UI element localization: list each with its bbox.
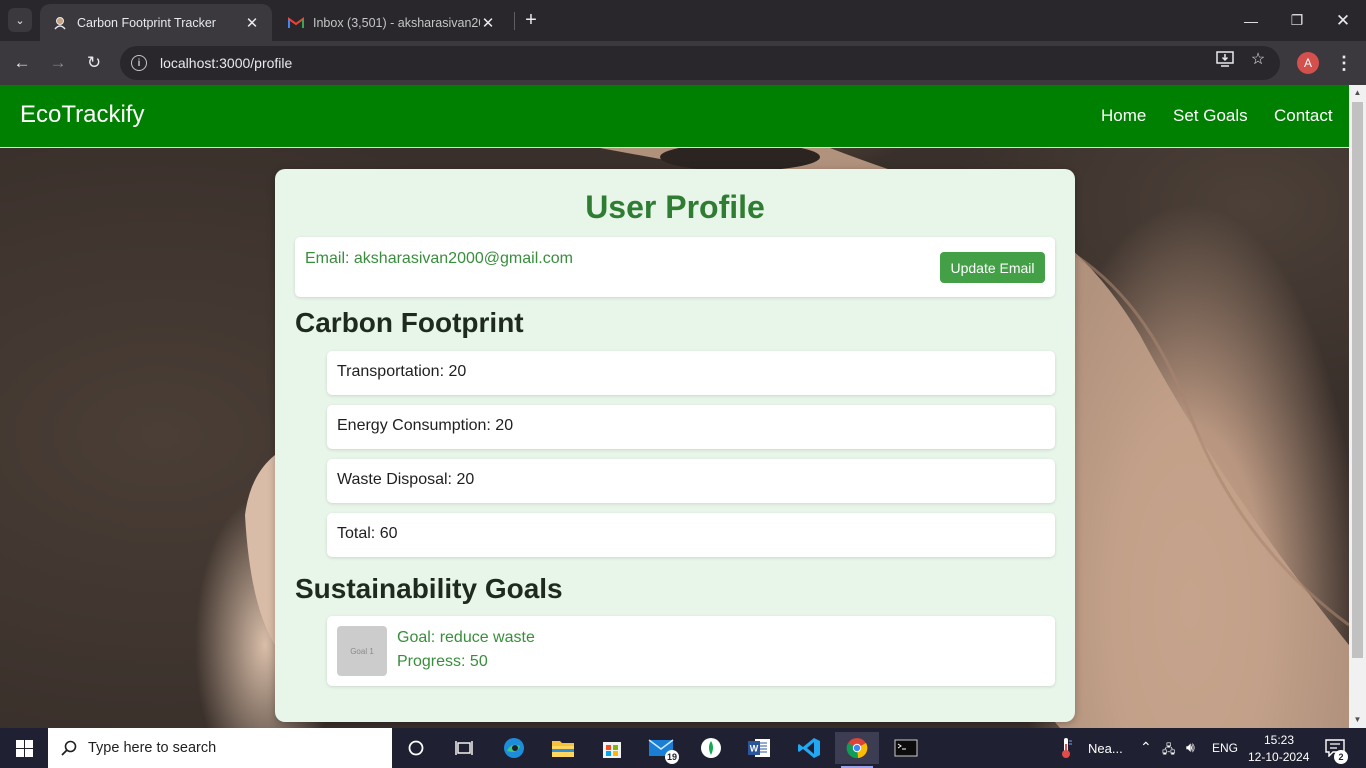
goal-image: Goal 1 (337, 626, 387, 676)
search-placeholder: Type here to search (88, 740, 217, 756)
close-window-button[interactable]: ✕ (1320, 0, 1366, 41)
language-indicator[interactable]: ENG (1212, 741, 1238, 755)
weather-icon[interactable] (1048, 732, 1084, 764)
mongodb-compass-icon[interactable] (689, 732, 733, 764)
tab-title: Carbon Footprint Tracker (77, 15, 216, 30)
search-icon (60, 739, 78, 757)
nav-link-home[interactable]: Home (1101, 106, 1146, 126)
restore-button[interactable]: ❐ (1274, 0, 1320, 41)
carbon-item-total: Total: 60 (327, 513, 1055, 557)
forward-button[interactable]: → (46, 51, 70, 75)
goal-text: Goal: reduce waste (397, 629, 535, 646)
carbon-footprint-heading: Carbon Footprint (295, 307, 524, 338)
page-viewport: EcoTrackify Home Set Goals Contact User … (0, 85, 1349, 728)
carbon-item-energy: Energy Consumption: 20 (327, 405, 1055, 449)
mail-app-icon[interactable]: 19 (639, 732, 683, 764)
goal-card: Goal 1 Goal: reduce waste Progress: 50 (327, 616, 1055, 686)
vscode-icon[interactable] (787, 732, 831, 764)
bookmark-star-icon[interactable]: ☆ (1249, 50, 1267, 68)
minimize-button[interactable]: — (1228, 0, 1274, 41)
carbon-item-waste: Waste Disposal: 20 (327, 459, 1055, 503)
browser-toolbar: ← → ↻ i localhost:3000/profile ☆ A ⋮ (0, 41, 1366, 85)
list-item: Waste Disposal: 20 (337, 471, 475, 488)
install-app-icon[interactable] (1216, 50, 1234, 68)
file-explorer-icon[interactable] (541, 732, 585, 764)
goal-progress: Progress: 50 (397, 653, 488, 670)
browser-tab-strip: ⌄ Carbon Footprint Tracker ✕ Inbox (3,50… (0, 0, 1366, 41)
profile-avatar[interactable]: A (1297, 52, 1319, 74)
list-item: Total: 60 (337, 525, 398, 542)
clock-date[interactable]: 12-10-2024 (1248, 750, 1309, 764)
more-menu-icon[interactable]: ⋮ (1334, 52, 1354, 74)
update-email-button[interactable]: Update Email (940, 252, 1045, 283)
reload-button[interactable]: ↻ (82, 51, 106, 75)
site-logo[interactable]: EcoTrackify (20, 101, 144, 129)
volume-icon[interactable]: 🔊︎ (1186, 739, 1195, 756)
tab-gmail-inbox[interactable]: Inbox (3,501) - aksharasivan2000@gmail.c… (276, 4, 508, 41)
windows-taskbar: Type here to search 19 W Nea... ⌃ 🖧 🔊︎ E… (0, 728, 1366, 768)
chevron-down-icon: ⌄ (15, 14, 25, 27)
plus-icon: + (525, 9, 537, 31)
task-view-icon[interactable] (442, 732, 486, 764)
reload-icon: ↻ (86, 53, 102, 72)
list-item: Energy Consumption: 20 (337, 417, 514, 434)
tab-divider (514, 12, 515, 30)
arrow-left-icon: ← (13, 53, 31, 72)
nav-link-contact[interactable]: Contact (1274, 106, 1333, 126)
minimize-icon: — (1244, 12, 1258, 29)
site-info-icon[interactable]: i (131, 55, 147, 71)
new-tab-button[interactable]: + (520, 9, 542, 31)
site-favicon-icon (52, 15, 68, 31)
list-item: Transportation: 20 (337, 363, 467, 380)
windows-logo-icon (15, 739, 33, 757)
url-text[interactable]: localhost:3000/profile (160, 55, 292, 71)
taskbar-search[interactable]: Type here to search (48, 728, 392, 768)
address-bar[interactable]: i localhost:3000/profile (120, 46, 1280, 80)
arrow-right-icon: → (49, 53, 67, 72)
gmail-icon (288, 15, 304, 31)
back-button[interactable]: ← (10, 51, 34, 75)
restore-icon: ❐ (1290, 12, 1304, 28)
close-icon: ✕ (1335, 10, 1351, 30)
weather-text[interactable]: Nea... (1088, 741, 1123, 756)
scroll-up-icon[interactable]: ▲ (1349, 85, 1366, 101)
terminal-icon[interactable] (884, 732, 928, 764)
cortana-icon[interactable] (394, 732, 438, 764)
notification-center-icon[interactable]: 2 (1318, 732, 1352, 764)
scroll-down-icon[interactable]: ▼ (1349, 712, 1366, 728)
tab-search-button[interactable]: ⌄ (8, 8, 32, 32)
sustainability-goals-heading: Sustainability Goals (295, 573, 563, 604)
chrome-icon[interactable] (835, 732, 879, 768)
email-panel: Email: aksharasivan2000@gmail.com Update… (295, 237, 1055, 297)
user-profile-card: User Profile Email: aksharasivan2000@gma… (275, 169, 1075, 722)
clock-time[interactable]: 15:23 (1264, 733, 1294, 747)
start-button[interactable] (0, 728, 48, 768)
page-title: User Profile (585, 189, 765, 225)
nav-link-set-goals[interactable]: Set Goals (1173, 106, 1248, 126)
tab-carbon-footprint-tracker[interactable]: Carbon Footprint Tracker ✕ (40, 4, 272, 41)
email-text: Email: aksharasivan2000@gmail.com (305, 250, 573, 267)
tab-title: Inbox (3,501) - aksharasivan2000@gmail.c… (313, 15, 480, 30)
close-tab-icon[interactable]: ✕ (244, 14, 260, 32)
mail-badge: 19 (665, 750, 679, 764)
site-navbar: EcoTrackify Home Set Goals Contact (0, 85, 1349, 148)
word-icon[interactable]: W (737, 732, 781, 764)
close-tab-icon[interactable]: ✕ (480, 14, 496, 32)
edge-browser-icon[interactable] (492, 732, 536, 764)
network-icon[interactable]: 🖧 (1162, 740, 1175, 761)
chevron-up-icon[interactable]: ⌃ (1140, 739, 1152, 756)
page-scrollbar[interactable]: ▲ ▼ (1349, 85, 1366, 728)
svg-text:W: W (750, 744, 759, 754)
carbon-item-transportation: Transportation: 20 (327, 351, 1055, 395)
scrollbar-thumb[interactable] (1352, 102, 1363, 658)
microsoft-store-icon[interactable] (590, 732, 634, 764)
notification-badge: 2 (1334, 750, 1348, 764)
